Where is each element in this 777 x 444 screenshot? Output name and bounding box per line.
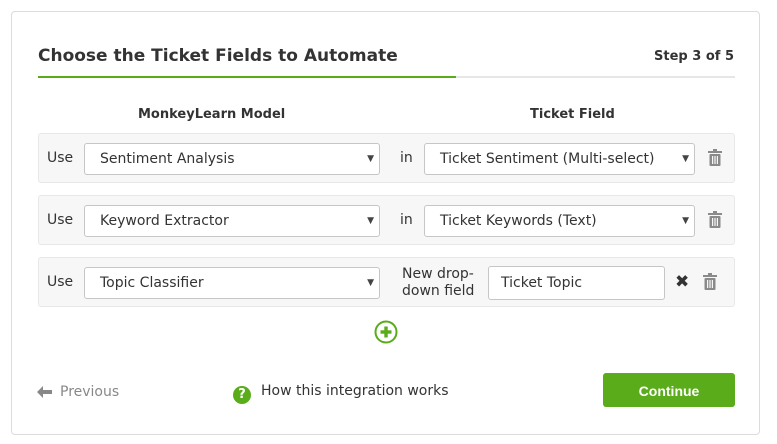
plus-circle-icon[interactable] bbox=[374, 320, 398, 344]
new-field-label: New drop-down field bbox=[402, 266, 475, 299]
use-label: Use bbox=[47, 212, 74, 228]
arrow-left-icon bbox=[37, 386, 52, 398]
in-label: in bbox=[400, 150, 413, 166]
use-label: Use bbox=[47, 150, 74, 166]
previous-link[interactable]: Previous bbox=[37, 384, 119, 400]
continue-button[interactable]: Continue bbox=[603, 373, 735, 407]
progress-fill bbox=[38, 76, 457, 78]
column-header-field: Ticket Field bbox=[530, 107, 615, 122]
trash-icon[interactable] bbox=[703, 273, 717, 290]
ticket-field-select[interactable]: Ticket Keywords (Text) ▼ bbox=[424, 205, 695, 237]
caret-down-icon: ▼ bbox=[682, 216, 689, 226]
model-select-value: Topic Classifier bbox=[100, 275, 204, 291]
help-label: How this integration works bbox=[261, 383, 449, 399]
caret-down-icon: ▼ bbox=[367, 154, 374, 164]
progress-bar bbox=[38, 76, 735, 78]
trash-icon[interactable] bbox=[708, 149, 722, 166]
ticket-field-select[interactable]: Ticket Sentiment (Multi-select) ▼ bbox=[424, 143, 695, 175]
new-field-name-value: Ticket Topic bbox=[501, 275, 583, 291]
question-circle-icon: ? bbox=[233, 386, 251, 404]
trash-icon[interactable] bbox=[708, 211, 722, 228]
help-link[interactable]: ? How this integration works bbox=[233, 383, 449, 404]
caret-down-icon: ▼ bbox=[367, 278, 374, 288]
ticket-field-select-value: Ticket Sentiment (Multi-select) bbox=[440, 151, 655, 167]
in-label: in bbox=[400, 212, 413, 228]
mapping-row: Use Keyword Extractor ▼ in Ticket Keywor… bbox=[38, 195, 735, 245]
step-indicator: Step 3 of 5 bbox=[654, 49, 734, 64]
integration-card: Choose the Ticket Fields to Automate Ste… bbox=[11, 11, 760, 435]
page-title: Choose the Ticket Fields to Automate bbox=[38, 46, 398, 66]
model-select-value: Sentiment Analysis bbox=[100, 151, 235, 167]
ticket-field-select-value: Ticket Keywords (Text) bbox=[440, 213, 597, 229]
column-header-model: MonkeyLearn Model bbox=[138, 107, 286, 122]
previous-label: Previous bbox=[60, 384, 120, 400]
caret-down-icon: ▼ bbox=[682, 154, 689, 164]
mapping-row: Use Sentiment Analysis ▼ in Ticket Senti… bbox=[38, 133, 735, 183]
mapping-row: Use Topic Classifier ▼ New drop-down fie… bbox=[38, 257, 735, 307]
caret-down-icon: ▼ bbox=[367, 216, 374, 226]
model-select[interactable]: Keyword Extractor ▼ bbox=[84, 205, 380, 237]
model-select[interactable]: Topic Classifier ▼ bbox=[84, 267, 380, 299]
use-label: Use bbox=[47, 274, 74, 290]
close-icon[interactable]: ✖ bbox=[675, 272, 689, 292]
model-select[interactable]: Sentiment Analysis ▼ bbox=[84, 143, 380, 175]
model-select-value: Keyword Extractor bbox=[100, 213, 229, 229]
new-field-name-input[interactable]: Ticket Topic bbox=[488, 266, 665, 300]
